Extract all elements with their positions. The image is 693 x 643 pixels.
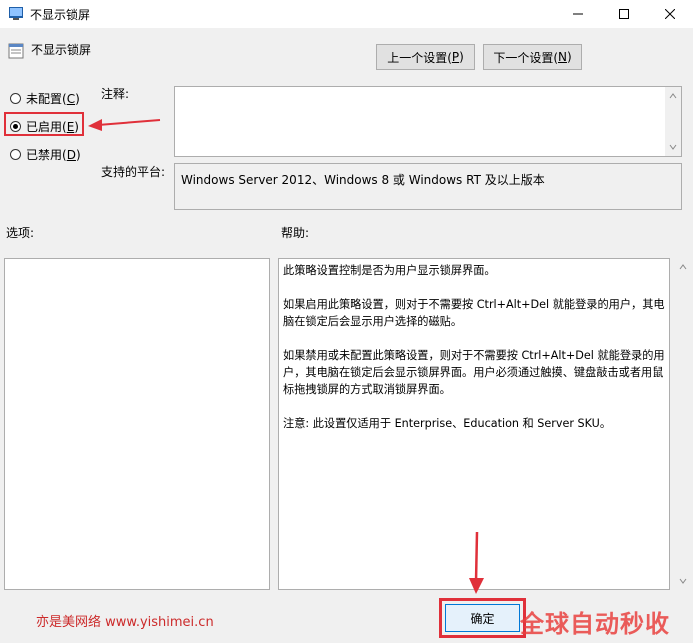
platform-label: 支持的平台: bbox=[101, 165, 166, 179]
radio-circle[interactable] bbox=[10, 149, 21, 160]
policy-window-icon bbox=[9, 7, 23, 20]
policy-name: 不显示锁屏 bbox=[31, 43, 92, 57]
next-setting-button[interactable]: 下一个设置(N) bbox=[483, 44, 582, 70]
maximize-icon bbox=[619, 9, 629, 19]
previous-setting-hotkey: P bbox=[451, 50, 460, 64]
previous-setting-button[interactable]: 上一个设置(P) bbox=[376, 44, 475, 70]
maximize-button[interactable] bbox=[601, 0, 647, 28]
scroll-up-icon[interactable] bbox=[675, 260, 691, 274]
radio-paren: ) bbox=[75, 92, 80, 106]
ok-button[interactable]: 确定 bbox=[445, 604, 520, 632]
close-icon bbox=[665, 9, 675, 19]
radio-not-configured-label: 未配置( bbox=[26, 92, 67, 106]
radio-disabled-hotkey: D bbox=[66, 148, 76, 162]
radio-disabled-label: 已禁用( bbox=[26, 148, 67, 162]
options-label: 选项: bbox=[6, 226, 35, 240]
minimize-button[interactable] bbox=[555, 0, 601, 28]
radio-not-configured[interactable]: 未配置(C) bbox=[10, 90, 80, 107]
radio-not-configured-hotkey: C bbox=[66, 92, 76, 106]
next-setting-label: 下一个设置( bbox=[493, 50, 558, 65]
scroll-up-icon[interactable] bbox=[665, 89, 681, 103]
help-text: 此策略设置控制是否为用户显示锁屏界面。 如果启用此策略设置，则对于不需要按 Ct… bbox=[279, 259, 669, 452]
previous-setting-label: 上一个设置( bbox=[387, 50, 452, 65]
annotation-arrow-down bbox=[469, 531, 484, 594]
comment-scrollbar[interactable] bbox=[665, 87, 681, 156]
radio-paren: ) bbox=[75, 148, 81, 162]
previous-setting-paren: ) bbox=[459, 50, 464, 64]
radio-disabled[interactable]: 已禁用(D) bbox=[10, 146, 81, 163]
next-setting-paren: ) bbox=[566, 50, 572, 64]
help-paragraph: 注意: 此设置仅适用于 Enterprise、Education 和 Serve… bbox=[283, 417, 612, 430]
site-watermark: 亦是美网络 www.yishimei.cn bbox=[36, 615, 214, 630]
annotation-arrow-left bbox=[88, 119, 161, 131]
help-paragraph: 如果禁用或未配置此策略设置，则对于不需要按 Ctrl+Alt+Del 就能登录的… bbox=[283, 349, 665, 396]
next-setting-hotkey: N bbox=[558, 50, 567, 64]
help-paragraph: 此策略设置控制是否为用户显示锁屏界面。 bbox=[283, 264, 496, 277]
help-label: 帮助: bbox=[281, 226, 310, 240]
scroll-down-icon[interactable] bbox=[675, 574, 691, 588]
radio-circle[interactable] bbox=[10, 93, 21, 104]
dialog-scrollbar[interactable] bbox=[675, 258, 691, 590]
brand-watermark: 全球自动秒收 bbox=[520, 610, 670, 638]
comment-label: 注释: bbox=[101, 87, 130, 101]
options-pane[interactable] bbox=[4, 258, 270, 590]
help-paragraph: 如果启用此策略设置，则对于不需要按 Ctrl+Alt+Del 就能登录的用户，其… bbox=[283, 298, 665, 328]
comment-textarea[interactable] bbox=[174, 86, 682, 157]
window-title: 不显示锁屏 bbox=[30, 8, 91, 22]
scroll-down-icon[interactable] bbox=[665, 140, 681, 154]
platform-value: Windows Server 2012、Windows 8 或 Windows … bbox=[174, 163, 682, 210]
annotation-highlight-box bbox=[4, 112, 84, 136]
close-button[interactable] bbox=[647, 0, 693, 28]
minimize-icon bbox=[573, 13, 583, 15]
policy-setting-icon bbox=[8, 43, 24, 59]
